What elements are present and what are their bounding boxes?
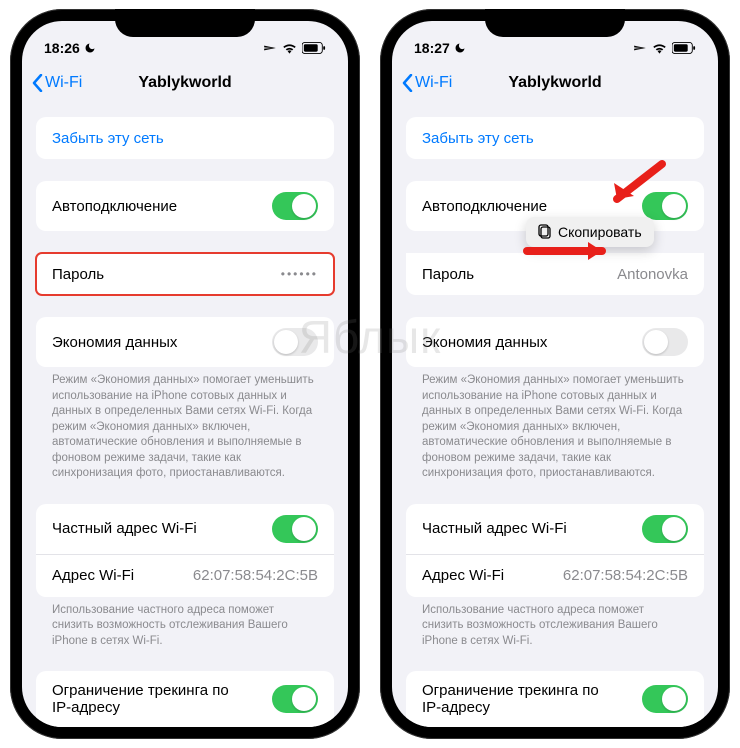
limit-tracking-toggle[interactable] — [272, 685, 318, 713]
private-addr-toggle[interactable] — [272, 515, 318, 543]
wifi-icon — [282, 42, 297, 54]
airplane-icon — [263, 41, 277, 55]
lowdata-label: Экономия данных — [422, 334, 547, 351]
phone-left: 18:26 Wi-Fi Yablykworld Забыть эт — [10, 9, 360, 739]
limit-tracking-label: Ограничение трекинга по IP-адресу — [52, 682, 252, 716]
private-addr-footer: Использование частного адреса поможет сн… — [406, 597, 704, 650]
back-label: Wi-Fi — [415, 74, 452, 92]
forget-network-button[interactable]: Забыть эту сеть — [36, 117, 334, 159]
forget-network-button[interactable]: Забыть эту сеть — [406, 117, 704, 159]
limit-tracking-toggle[interactable] — [642, 685, 688, 713]
lowdata-footer: Режим «Экономия данных» помогает уменьши… — [406, 367, 704, 482]
moon-icon — [84, 42, 96, 54]
private-addr-label: Частный адрес Wi-Fi — [52, 520, 197, 537]
notch — [485, 9, 625, 37]
wifi-addr-value: 62:07:58:54:2C:5B — [563, 567, 688, 584]
lowdata-label: Экономия данных — [52, 334, 177, 351]
password-label: Пароль — [52, 266, 104, 283]
wifi-addr-label: Адрес Wi-Fi — [422, 567, 504, 584]
lowdata-toggle[interactable] — [642, 328, 688, 356]
limit-tracking-row: Ограничение трекинга по IP-адресу — [36, 671, 334, 727]
lowdata-toggle[interactable] — [272, 328, 318, 356]
limit-tracking-label: Ограничение трекинга по IP-адресу — [422, 682, 622, 716]
forget-label: Забыть эту сеть — [422, 130, 534, 147]
lowdata-footer: Режим «Экономия данных» помогает уменьши… — [36, 367, 334, 482]
autojoin-toggle[interactable] — [272, 192, 318, 220]
chevron-left-icon — [402, 74, 413, 92]
private-addr-toggle[interactable] — [642, 515, 688, 543]
password-label: Пароль — [422, 266, 474, 283]
battery-icon — [302, 42, 326, 54]
back-button[interactable]: Wi-Fi — [402, 74, 452, 92]
copy-label: Скопировать — [558, 224, 642, 240]
forget-label: Забыть эту сеть — [52, 130, 164, 147]
moon-icon — [454, 42, 466, 54]
battery-icon — [672, 42, 696, 54]
wifi-addr-row: Адрес Wi-Fi 62:07:58:54:2C:5B — [36, 555, 334, 597]
lowdata-row: Экономия данных — [36, 317, 334, 367]
password-value: •••••• — [281, 267, 318, 281]
autojoin-label: Автоподключение — [52, 198, 177, 215]
arrow-annotation-icon — [602, 159, 672, 209]
status-time: 18:26 — [44, 40, 80, 56]
private-addr-label: Частный адрес Wi-Fi — [422, 520, 567, 537]
nav-bar: Wi-Fi Yablykworld — [392, 63, 718, 103]
wifi-icon — [652, 42, 667, 54]
back-label: Wi-Fi — [45, 74, 82, 92]
private-addr-row: Частный адрес Wi-Fi — [406, 504, 704, 555]
screen-right: 18:27 Wi-Fi Yablykworld Забыть эт — [392, 21, 718, 727]
notch — [115, 9, 255, 37]
status-time: 18:27 — [414, 40, 450, 56]
page-title: Yablykworld — [508, 74, 601, 92]
wifi-addr-row: Адрес Wi-Fi 62:07:58:54:2C:5B — [406, 555, 704, 597]
back-button[interactable]: Wi-Fi — [32, 74, 82, 92]
autojoin-label: Автоподключение — [422, 198, 547, 215]
arrow-annotation-icon — [522, 239, 622, 263]
nav-bar: Wi-Fi Yablykworld — [22, 63, 348, 103]
wifi-addr-label: Адрес Wi-Fi — [52, 567, 134, 584]
password-value: Antonovka — [617, 266, 688, 283]
limit-tracking-row: Ограничение трекинга по IP-адресу — [406, 671, 704, 727]
screen-left: 18:26 Wi-Fi Yablykworld Забыть эт — [22, 21, 348, 727]
private-addr-footer: Использование частного адреса поможет сн… — [36, 597, 334, 650]
wifi-addr-value: 62:07:58:54:2C:5B — [193, 567, 318, 584]
autojoin-row: Автоподключение — [36, 181, 334, 231]
airplane-icon — [633, 41, 647, 55]
chevron-left-icon — [32, 74, 43, 92]
password-row[interactable]: Пароль •••••• — [36, 253, 334, 295]
page-title: Yablykworld — [138, 74, 231, 92]
lowdata-row: Экономия данных — [406, 317, 704, 367]
private-addr-row: Частный адрес Wi-Fi — [36, 504, 334, 555]
phone-right: 18:27 Wi-Fi Yablykworld Забыть эт — [380, 9, 730, 739]
copy-icon — [538, 224, 552, 240]
